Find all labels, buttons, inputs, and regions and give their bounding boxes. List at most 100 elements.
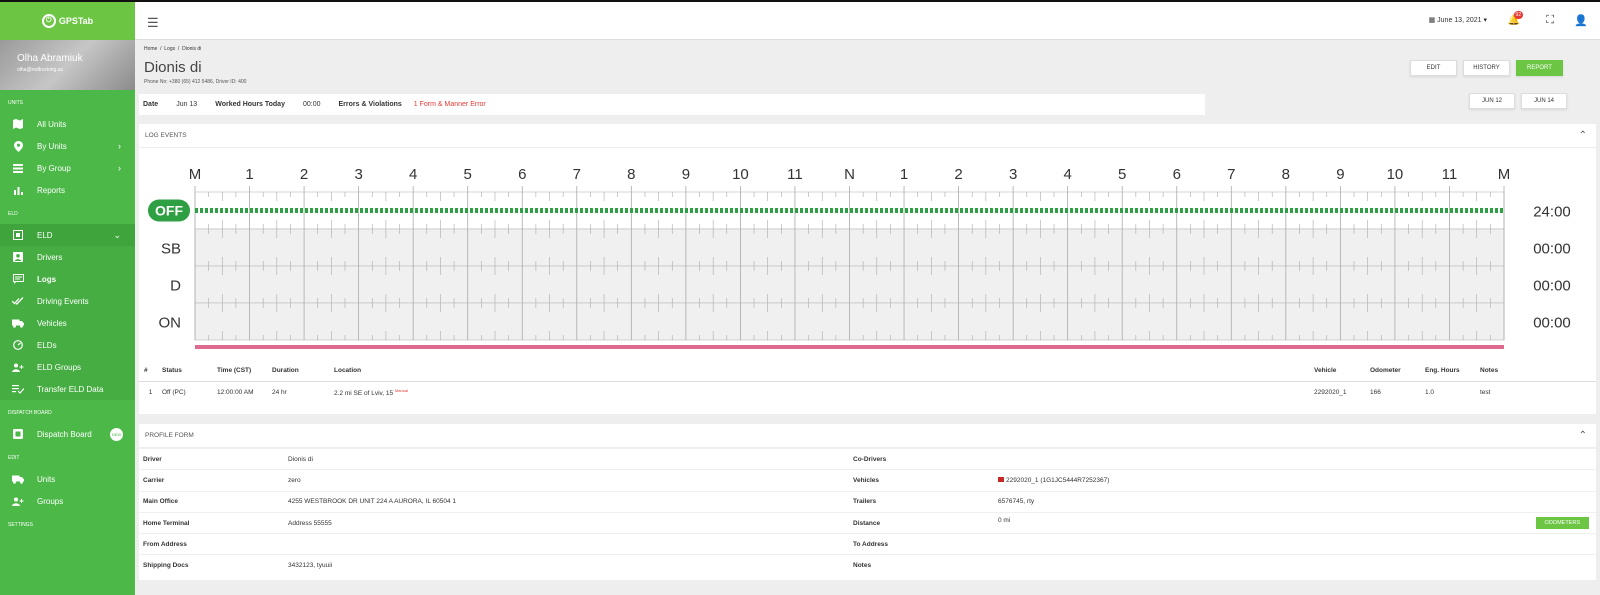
- profile-value: [994, 447, 1596, 470]
- hour-label: 2: [954, 166, 962, 183]
- chevron-up-icon: ⌃: [1578, 130, 1587, 141]
- sidebar-item-all-units[interactable]: All Units: [0, 113, 135, 135]
- gauge-icon: [12, 340, 24, 351]
- profile-label: Carrier: [139, 469, 284, 492]
- notification-count: 92: [1513, 11, 1524, 19]
- hour-label: 2: [300, 166, 308, 183]
- new-badge: NEW: [110, 427, 123, 441]
- sidebar-item-reports[interactable]: Reports: [0, 179, 135, 201]
- sidebar-item-elds[interactable]: ELDs: [0, 334, 135, 356]
- odometers-button[interactable]: ODOMETERS: [1535, 517, 1589, 530]
- sidebar-item-by-units[interactable]: By Units ›: [0, 135, 135, 157]
- breadcrumb: Home / Logs / Dionis di: [144, 46, 202, 52]
- sidebar-item-by-group[interactable]: By Group ›: [0, 157, 135, 179]
- profile-label: Co-Drivers: [849, 447, 994, 470]
- col-duration: Duration: [267, 361, 329, 382]
- sidebar-group-eld[interactable]: ELD ⌄: [0, 224, 135, 246]
- hour-label: 6: [1173, 166, 1181, 183]
- profile-row: Shipping Docs 3432123, tyuuii Notes: [139, 554, 1596, 577]
- profile-label: From Address: [139, 533, 284, 555]
- manual-tag: Manual: [394, 387, 409, 393]
- sidebar-item-groups[interactable]: Groups: [0, 490, 135, 512]
- hour-label: 9: [682, 166, 690, 183]
- prev-day-button[interactable]: JUN 12: [1469, 93, 1515, 109]
- section-eld: ELD: [8, 211, 18, 217]
- profile-value: [994, 554, 1596, 577]
- dashboard-icon: [12, 429, 24, 440]
- status-label: ON: [159, 315, 182, 332]
- worked-hours-label: Worked Hours Today: [215, 101, 285, 108]
- hour-label: 1: [900, 166, 908, 183]
- profile-value: 2292020_1 (1G1JC5444R7252367): [994, 469, 1596, 492]
- chevron-down-icon: ⌄: [113, 229, 121, 240]
- col-status: Status: [157, 361, 212, 382]
- fullscreen-icon[interactable]: ⛶: [1546, 14, 1554, 27]
- breadcrumb-home[interactable]: Home: [144, 46, 157, 52]
- status-label: D: [170, 278, 181, 295]
- date-label: Date: [143, 101, 159, 108]
- worked-hours-value: 00:00: [302, 101, 321, 108]
- menu-icon[interactable]: ☰: [147, 15, 159, 31]
- notifications-button[interactable]: 🔔 92: [1508, 11, 1524, 26]
- profile-label: Trailers: [849, 490, 994, 513]
- account-icon[interactable]: 👤: [1574, 14, 1588, 27]
- profile-form-header[interactable]: PROFILE FORM ⌃: [139, 424, 1596, 448]
- sidebar-item-units[interactable]: Units: [0, 468, 135, 490]
- log-grid: M 1 2 3 4 5 6 7 8 9 10 11 N 1 2 3 4 5 6 7 8 9 10 11 M OFF 24:00 SB 0…: [148, 166, 1571, 349]
- col-time: Time (CST): [212, 361, 267, 382]
- status-label: OFF: [155, 203, 183, 219]
- violation-bar: [195, 345, 1504, 349]
- profile-label: To Address: [849, 533, 994, 555]
- sidebar-item-eld-groups[interactable]: ELD Groups: [0, 356, 135, 378]
- hour-label: 5: [1118, 166, 1126, 183]
- double-check-icon: [12, 296, 24, 307]
- profile-value: Address 55555: [284, 511, 849, 534]
- hour-label: 4: [1063, 166, 1071, 183]
- user-card: Olha Abramiuk olha@redtrucking.us: [0, 40, 135, 90]
- eld-icon: [12, 230, 24, 241]
- hour-label: 4: [409, 166, 417, 183]
- pin-icon: [12, 140, 24, 152]
- profile-value: [284, 533, 849, 555]
- user-name: Olha Abramiuk: [17, 53, 83, 64]
- date-picker[interactable]: ▦ June 13, 2021 ▾: [1429, 16, 1487, 24]
- profile-row: From Address To Address: [139, 533, 1596, 555]
- sidebar-item-transfer-eld-data[interactable]: Transfer ELD Data: [0, 378, 135, 400]
- profile-form-panel: PROFILE FORM ⌃ Driver Dionis di Co-Drivers C…: [139, 424, 1596, 580]
- log-events-panel: LOG EVENTS ⌃ M 1 2 3 4 5 6 7 8 9 10 11 N 1 2 3 4 5 6 7 8 9 10 11…: [139, 124, 1596, 414]
- profile-value: 4255 WESTBROOK DR UNIT 224 A AURORA, IL …: [284, 490, 849, 513]
- sidebar-item-drivers[interactable]: Drivers: [0, 246, 135, 268]
- hour-label: 8: [627, 166, 635, 183]
- errors-link[interactable]: 1 Form & Manner Error: [414, 101, 486, 108]
- info-bar: Date Jun 13 Worked Hours Today 00:00 Err…: [139, 94, 1205, 115]
- user-email: olha@redtrucking.us: [17, 67, 63, 73]
- hour-label: 7: [573, 166, 581, 183]
- sidebar-item-logs[interactable]: Logs: [0, 268, 135, 290]
- profile-label: Driver: [139, 447, 284, 470]
- sidebar-item-vehicles[interactable]: Vehicles: [0, 312, 135, 334]
- log-events-header[interactable]: LOG EVENTS ⌃: [139, 124, 1596, 148]
- history-button[interactable]: HISTORY: [1463, 60, 1510, 76]
- breadcrumb-logs[interactable]: Logs: [164, 46, 175, 52]
- profile-label: Notes: [849, 554, 994, 577]
- status-label: SB: [161, 241, 181, 258]
- report-button[interactable]: REPORT: [1516, 60, 1563, 76]
- profile-row: Driver Dionis di Co-Drivers: [139, 447, 1596, 470]
- logo[interactable]: ⏻ GPSTab: [0, 2, 135, 40]
- next-day-button[interactable]: JUN 14: [1521, 93, 1567, 109]
- section-dispatch: DISPATCH BOARD: [8, 410, 52, 416]
- profile-value: 6576745, rty: [994, 490, 1596, 513]
- row-total: 00:00: [1533, 241, 1571, 258]
- profile-label: Main Office: [139, 490, 284, 513]
- table-row[interactable]: 1 Off (PC) 12:00:00 AM 24 hr 2.2 mi SE o…: [139, 381, 1596, 403]
- sidebar: ⏻ GPSTab Olha Abramiuk olha@redtrucking.…: [0, 2, 135, 595]
- vehicle-flag-icon: [998, 476, 1004, 482]
- col-num: #: [139, 361, 157, 382]
- sidebar-item-driving-events[interactable]: Driving Events: [0, 290, 135, 312]
- truck-icon: [12, 474, 24, 485]
- topbar: ☰ ▦ June 13, 2021 ▾ 🔔 92 ⛶ 👤: [135, 2, 1600, 40]
- hour-label: 10: [1387, 166, 1404, 183]
- sidebar-item-dispatch-board[interactable]: Dispatch Board NEW: [0, 423, 135, 445]
- truck-icon: [12, 318, 24, 329]
- edit-button[interactable]: EDIT: [1410, 60, 1457, 76]
